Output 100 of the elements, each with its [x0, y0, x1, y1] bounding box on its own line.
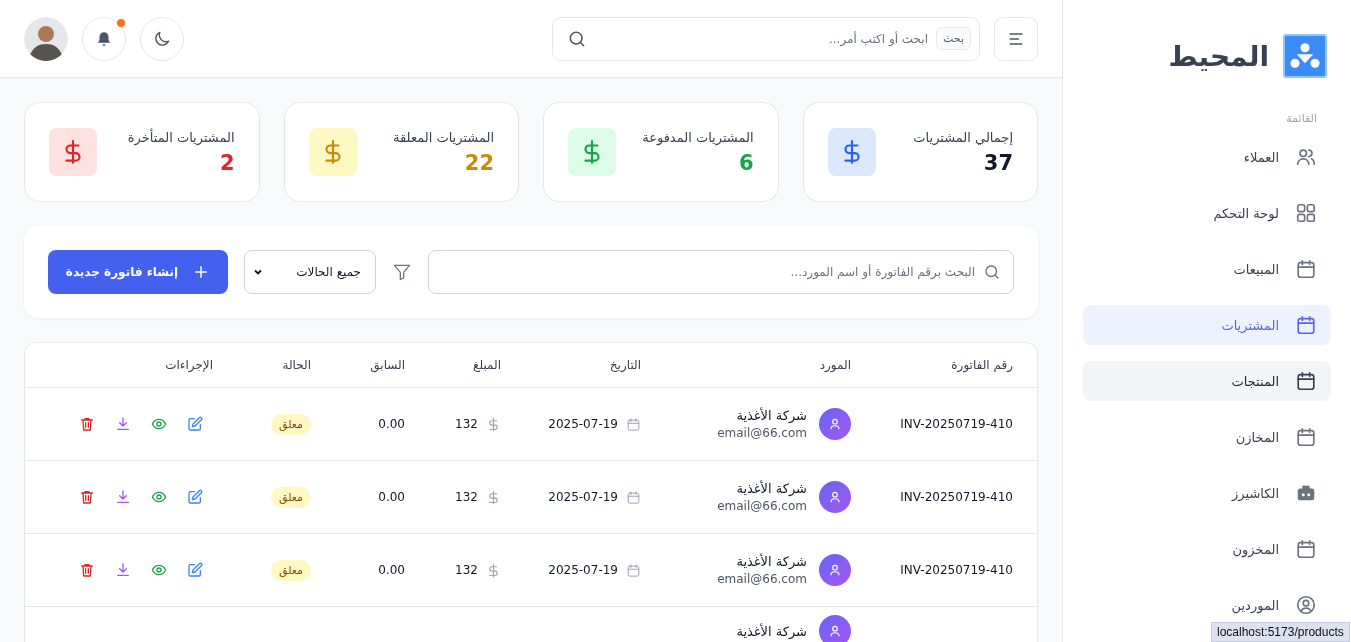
trash-icon: [79, 562, 95, 578]
trash-icon: [79, 416, 95, 432]
date-text: 2025-07-19: [548, 417, 618, 431]
chevron-down-icon: [253, 267, 263, 277]
calendar-icon: [626, 489, 641, 505]
dollar-icon: [308, 128, 357, 176]
supplier-avatar-icon: [819, 408, 851, 440]
users-icon: [1295, 146, 1317, 168]
supplier-avatar-icon: [819, 481, 851, 513]
stat-label: المشتريات المعلقة: [393, 129, 494, 145]
shortcut-badge: بحث: [936, 27, 971, 50]
column-header: الحالة: [281, 358, 311, 372]
calendar-icon: [1295, 370, 1317, 392]
sidebar-item[interactable]: لوحة التحكم: [1083, 193, 1331, 233]
dollar-icon: [486, 416, 501, 432]
sidebar-item[interactable]: المشتريات: [1083, 305, 1331, 345]
grid-icon: [1295, 202, 1317, 224]
menu-button[interactable]: [994, 16, 1038, 61]
column-header: السابق: [369, 358, 405, 372]
eye-icon: [151, 489, 167, 505]
trash-icon: [79, 489, 95, 505]
date-text: 2025-07-19: [548, 490, 618, 504]
theme-toggle-button[interactable]: [140, 16, 184, 61]
column-header: الإجراءات: [164, 358, 213, 372]
edit-button[interactable]: [187, 562, 203, 578]
invoice-number: INV-20250719-410: [899, 563, 1013, 577]
column-header: المورد: [818, 358, 851, 372]
supplier-avatar-icon: [819, 554, 851, 586]
user-circle-icon: [1295, 594, 1317, 616]
previous-amount: 0.00: [378, 490, 405, 504]
download-button[interactable]: [115, 562, 131, 578]
status-badge: معلق: [271, 413, 311, 435]
supplier-name: شركة الأغذية: [735, 481, 807, 496]
logo-icon: [1283, 34, 1327, 78]
stat-value: 22: [463, 150, 494, 175]
browser-status-url: localhost:5173/products: [1211, 622, 1350, 642]
supplier-email: email@66.com: [717, 499, 807, 513]
amount-text: 132: [455, 490, 478, 504]
invoice-search-field[interactable]: البحث برقم الفاتورة أو اسم المورد...: [428, 250, 1014, 294]
supplier-email: email@66.com: [717, 572, 807, 586]
download-icon: [115, 489, 131, 505]
supplier-name: شركة الأغذية: [736, 623, 807, 639]
date-text: 2025-07-19: [548, 563, 618, 577]
sidebar-item[interactable]: المخازن: [1083, 417, 1331, 457]
calendar-icon: [1295, 426, 1317, 448]
dollar-icon: [486, 562, 501, 578]
download-button[interactable]: [115, 489, 131, 505]
amount-text: 132: [455, 417, 478, 431]
calendar-icon: [1295, 538, 1317, 560]
invoice-number: INV-20250719-410: [899, 417, 1013, 431]
edit-button[interactable]: [187, 416, 203, 432]
column-header: التاريخ: [608, 358, 641, 372]
supplier-name: شركة الأغذية: [735, 554, 807, 569]
dollar-icon: [568, 128, 616, 176]
status-select[interactable]: جميع الحالات: [244, 250, 376, 294]
stat-value: 37: [982, 150, 1013, 175]
sidebar-item[interactable]: المخزون: [1083, 529, 1331, 569]
calendar-icon: [626, 416, 641, 432]
stat-label: إجمالي المشتريات: [913, 129, 1013, 145]
download-button[interactable]: [115, 416, 131, 432]
delete-button[interactable]: [79, 489, 95, 505]
view-button[interactable]: [151, 416, 167, 432]
sidebar-item[interactable]: العملاء: [1083, 137, 1331, 177]
download-icon: [115, 562, 131, 578]
edit-icon: [187, 416, 203, 432]
avatar[interactable]: [24, 16, 68, 61]
eye-icon: [151, 416, 167, 432]
dollar-icon: [49, 128, 97, 176]
invoice-number: INV-20250719-410: [899, 490, 1013, 504]
supplier-name: شركة الأغذية: [735, 408, 807, 423]
notification-button[interactable]: [82, 16, 126, 61]
download-icon: [115, 416, 131, 432]
dollar-icon: [486, 489, 501, 505]
view-button[interactable]: [151, 489, 167, 505]
create-invoice-button[interactable]: إنشاء فاتورة جديدة: [48, 250, 228, 294]
eye-icon: [151, 562, 167, 578]
sidebar-item[interactable]: الموردين: [1083, 585, 1331, 625]
status-badge: معلق: [271, 559, 311, 581]
view-button[interactable]: [151, 562, 167, 578]
search-icon: [983, 263, 1001, 281]
bell-icon: [95, 29, 113, 48]
search-field[interactable]: بحث ابحث أو اكتب أمر...: [552, 16, 980, 61]
previous-amount: 0.00: [378, 417, 405, 431]
edit-button[interactable]: [187, 489, 203, 505]
calendar-icon: [1295, 258, 1317, 280]
sidebar-item[interactable]: المبيعات: [1083, 249, 1331, 289]
stat-value: 2: [218, 150, 235, 175]
filter-icon: [392, 262, 412, 282]
delete-button[interactable]: [79, 562, 95, 578]
stat-label: المشتريات المدفوعة: [642, 129, 754, 145]
supplier-email: email@66.com: [717, 426, 807, 440]
sidebar-item[interactable]: الكاشيرز: [1083, 473, 1331, 513]
delete-button[interactable]: [79, 416, 95, 432]
stat-value: 6: [737, 150, 754, 175]
calendar-icon: [1295, 314, 1317, 336]
sidebar-item[interactable]: المنتجات: [1083, 361, 1331, 401]
amount-text: 132: [455, 563, 478, 577]
status-badge: معلق: [271, 486, 311, 508]
section-label: القائمة: [1285, 112, 1318, 127]
column-header: رقم الفاتورة: [950, 358, 1013, 372]
